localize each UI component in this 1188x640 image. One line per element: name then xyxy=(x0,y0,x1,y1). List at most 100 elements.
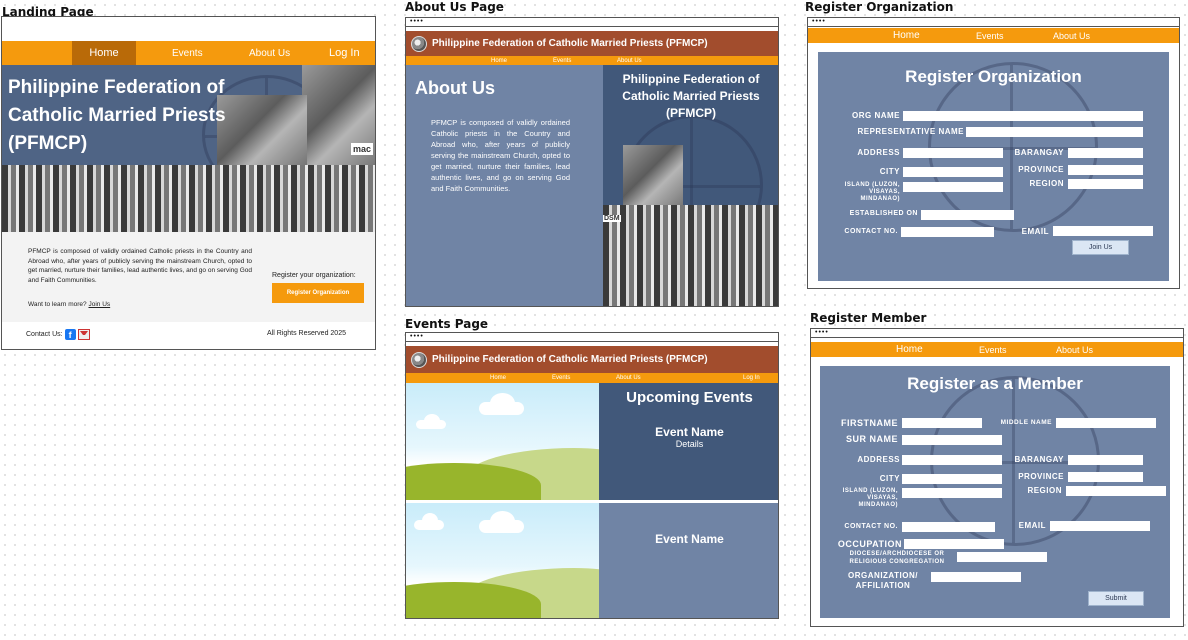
email-icon[interactable] xyxy=(77,329,90,340)
rights-text: All Rights Reserved 2025 xyxy=(267,330,346,337)
org-window-dots: •••• xyxy=(808,18,1179,27)
events-page-frame: •••• Philippine Federation of Catholic M… xyxy=(405,332,779,619)
org-established-input[interactable] xyxy=(921,210,1014,220)
org-nav-events[interactable]: Events xyxy=(976,31,1004,41)
nav-login[interactable]: Log In xyxy=(329,47,360,59)
join-us-link[interactable]: Join Us xyxy=(88,301,110,308)
member-barangay-input[interactable] xyxy=(1068,455,1143,465)
events-window-dots: •••• xyxy=(406,333,778,342)
cloud-icon xyxy=(416,413,446,429)
member-city-input[interactable] xyxy=(902,474,1002,484)
hero-title: Philippine Federation of Catholic Marrie… xyxy=(8,77,226,154)
organization-input[interactable] xyxy=(931,572,1021,582)
org-navbar: Home Events About Us xyxy=(808,28,1179,43)
hero-photo-priest xyxy=(302,65,375,180)
nav-events[interactable]: Events xyxy=(172,48,203,59)
member-region-label: REGION xyxy=(1027,486,1062,495)
about-nav-about[interactable]: About Us xyxy=(617,58,642,64)
occupation-label: OCCUPATION xyxy=(837,539,902,549)
register-prompt: Register your organization: xyxy=(272,272,356,279)
org-name-input[interactable] xyxy=(903,111,1143,121)
org-address-label: ADDRESS xyxy=(857,148,900,157)
register-member-label: Register Member xyxy=(810,311,927,325)
member-nav-home[interactable]: Home xyxy=(896,344,923,355)
firstname-input[interactable] xyxy=(902,418,982,428)
event1-image xyxy=(406,383,599,500)
register-organization-button[interactable]: Register Organization xyxy=(272,283,364,303)
contact-us-label: Contact Us: xyxy=(26,331,63,338)
about-nav-events[interactable]: Events xyxy=(553,58,571,64)
about-page-frame: •••• Philippine Federation of Catholic M… xyxy=(405,17,779,307)
events-seal-icon xyxy=(411,351,427,368)
events-navbar: Home Events About Us Log In xyxy=(406,373,778,383)
member-navbar: Home Events About Us xyxy=(811,342,1183,357)
org-city-label: CITY xyxy=(879,167,900,176)
member-form-title: Register as a Member xyxy=(907,374,1083,393)
member-address-label: ADDRESS xyxy=(857,455,900,464)
cloud-icon xyxy=(414,513,444,530)
member-province-label: PROVINCE xyxy=(1018,472,1064,481)
join-us-button[interactable]: Join Us xyxy=(1072,240,1129,255)
org-barangay-input[interactable] xyxy=(1068,148,1143,158)
org-email-input[interactable] xyxy=(1053,226,1153,236)
events-banner: Philippine Federation of Catholic Marrie… xyxy=(406,346,778,373)
about-side-title: Philippine Federation of Catholic Marrie… xyxy=(622,72,760,120)
events-nav-home[interactable]: Home xyxy=(490,375,506,381)
submit-button[interactable]: Submit xyxy=(1088,591,1144,606)
middle-name-input[interactable] xyxy=(1056,418,1156,428)
surname-input[interactable] xyxy=(902,435,1002,445)
contact-us: Contact Us: f xyxy=(26,329,90,340)
member-contact-input[interactable] xyxy=(902,522,995,532)
rep-name-input[interactable] xyxy=(966,127,1143,137)
firstname-label: FIRSTNAME xyxy=(841,418,898,428)
occupation-input[interactable] xyxy=(904,539,1004,549)
member-address-input[interactable] xyxy=(902,455,1002,465)
about-photo-crowd xyxy=(603,205,778,306)
org-city-input[interactable] xyxy=(903,167,1003,177)
about-content: About Us PFMCP is composed of validly or… xyxy=(406,65,603,306)
member-nav-events[interactable]: Events xyxy=(979,345,1007,355)
member-nav-about[interactable]: About Us xyxy=(1056,345,1093,355)
org-province-input[interactable] xyxy=(1068,165,1143,175)
organization-label: ORGANIZATION/ AFFILIATION xyxy=(848,571,918,590)
diocese-input[interactable] xyxy=(957,552,1047,562)
org-established-label: ESTABLISHED ON xyxy=(849,210,918,217)
facebook-icon[interactable]: f xyxy=(64,329,76,340)
events-nav-login[interactable]: Log In xyxy=(743,375,760,381)
pfmcp-seal-icon xyxy=(411,35,427,52)
member-window-dots: •••• xyxy=(811,329,1183,338)
org-contact-input[interactable] xyxy=(901,227,994,237)
event2-image xyxy=(406,503,599,618)
member-island-input[interactable] xyxy=(902,488,1002,498)
org-island-label: ISLAND (LUZON, VISAYAS, MINDANAO) xyxy=(844,182,900,202)
org-island-input[interactable] xyxy=(903,182,1003,192)
nav-about[interactable]: About Us xyxy=(249,48,290,59)
member-email-input[interactable] xyxy=(1050,521,1150,531)
register-member-frame: •••• Home Events About Us Register as a … xyxy=(810,328,1184,627)
landing-description: PFMCP is composed of validly ordained Ca… xyxy=(28,248,252,284)
about-window-dots: •••• xyxy=(406,18,778,27)
hero-section: mac Philippine Federation of Catholic Ma… xyxy=(2,65,375,232)
about-nav-home[interactable]: Home xyxy=(491,58,507,64)
event1-details: Details xyxy=(675,439,704,449)
org-form-panel: Register Organization ORG NAME REPRESENT… xyxy=(818,52,1169,281)
about-banner: Philippine Federation of Catholic Marrie… xyxy=(406,31,778,56)
member-region-input[interactable] xyxy=(1066,486,1166,496)
org-nav-about[interactable]: About Us xyxy=(1053,31,1090,41)
events-nav-about[interactable]: About Us xyxy=(616,375,641,381)
event2-name[interactable]: Event Name xyxy=(599,532,778,546)
events-page-label: Events Page xyxy=(405,317,489,331)
surname-label: SUR NAME xyxy=(845,434,898,444)
org-nav-home[interactable]: Home xyxy=(893,30,920,41)
events-nav-events[interactable]: Events xyxy=(552,375,570,381)
org-form-title: Register Organization xyxy=(905,67,1082,86)
learn-more-label: Want to learn more? xyxy=(28,301,87,308)
about-heading: About Us xyxy=(415,78,495,98)
event1-name[interactable]: Event Name xyxy=(599,425,778,439)
member-province-input[interactable] xyxy=(1068,472,1143,482)
org-address-input[interactable] xyxy=(903,148,1003,158)
landing-body: PFMCP is composed of validly ordained Ca… xyxy=(2,232,375,322)
member-city-label: CITY xyxy=(879,474,900,483)
nav-home[interactable]: Home xyxy=(72,41,136,65)
org-region-input[interactable] xyxy=(1068,179,1143,189)
